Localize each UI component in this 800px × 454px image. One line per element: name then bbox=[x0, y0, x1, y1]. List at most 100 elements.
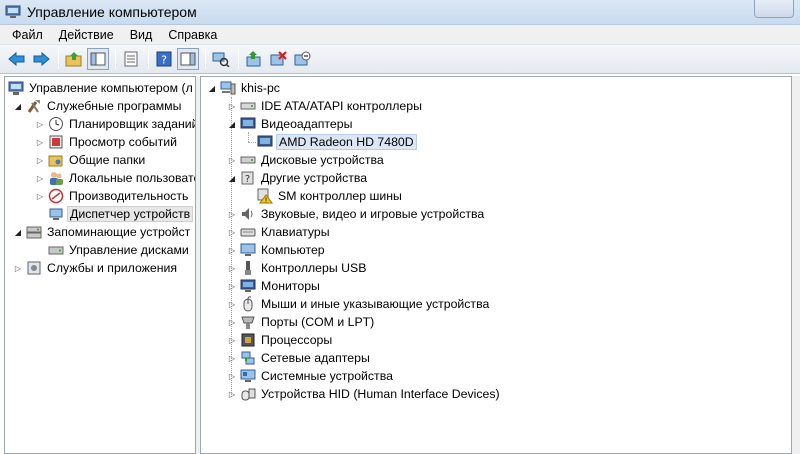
tree-item-storage[interactable]: ◢ Запоминающие устройст bbox=[13, 223, 192, 241]
tree-root[interactable]: Управление компьютером (л bbox=[8, 79, 195, 97]
title-bar: Управление компьютером bbox=[0, 0, 800, 25]
scan-hardware-icon[interactable] bbox=[210, 48, 232, 70]
collapsed-arrow-icon[interactable]: ▷ bbox=[227, 331, 237, 349]
tree-item-label: Запоминающие устройст bbox=[47, 225, 191, 239]
device-category[interactable]: ▷ Мониторы bbox=[227, 277, 322, 295]
uninstall-icon[interactable] bbox=[267, 48, 289, 70]
collapsed-arrow-icon[interactable]: ▷ bbox=[227, 313, 237, 331]
collapsed-arrow-icon[interactable]: ▷ bbox=[227, 205, 237, 223]
device-manager-icon bbox=[48, 206, 64, 222]
action-pane-edge bbox=[791, 76, 800, 454]
console-tree-pane[interactable]: Управление компьютером (л ◢ Служебные пр… bbox=[4, 76, 196, 454]
tree-root-label: Управление компьютером (л bbox=[29, 81, 193, 95]
disk-drive-icon bbox=[240, 152, 256, 168]
collapsed-arrow-icon[interactable]: ▷ bbox=[227, 367, 237, 385]
collapsed-arrow-icon[interactable]: ▷ bbox=[35, 151, 45, 169]
mouse-icon bbox=[240, 296, 256, 312]
device-category[interactable]: ▷ Процессоры bbox=[227, 331, 334, 349]
device-category[interactable]: ◢ ? Другие устройства bbox=[227, 169, 369, 187]
up-folder-icon[interactable] bbox=[63, 48, 85, 70]
device-item-label: AMD Radeon HD 7480D bbox=[276, 134, 417, 150]
device-category[interactable]: ▷ Звуковые, видео и игровые устройства bbox=[227, 205, 486, 223]
collapsed-arrow-icon[interactable]: ▷ bbox=[227, 295, 237, 313]
device-category-label: Мыши и иные указывающие устройства bbox=[261, 297, 490, 311]
device-category[interactable]: ▷ Дисковые устройства bbox=[227, 151, 386, 169]
storage-icon bbox=[26, 224, 42, 240]
tree-item-label: Локальные пользовате bbox=[69, 171, 196, 185]
svg-text:?: ? bbox=[245, 174, 250, 185]
expanded-arrow-icon[interactable]: ◢ bbox=[227, 115, 237, 133]
collapsed-arrow-icon[interactable]: ▷ bbox=[227, 151, 237, 169]
tree-item-local-users[interactable]: ▷ Локальные пользовате bbox=[35, 169, 196, 187]
update-driver-icon[interactable] bbox=[243, 48, 265, 70]
menu-action[interactable]: Действие bbox=[51, 28, 122, 42]
speaker-icon bbox=[240, 206, 256, 222]
collapsed-arrow-icon[interactable]: ▷ bbox=[35, 115, 45, 133]
forward-arrow-icon[interactable] bbox=[30, 48, 52, 70]
expanded-arrow-icon[interactable]: ◢ bbox=[13, 97, 23, 115]
device-item-video[interactable]: AMD Radeon HD 7480D bbox=[257, 133, 417, 151]
device-category[interactable]: ▷ Сетевые адаптеры bbox=[227, 349, 372, 367]
tree-item-device-manager[interactable]: Диспетчер устройств bbox=[48, 205, 194, 223]
tree-item-computer[interactable]: ◢ khis-pc bbox=[207, 79, 282, 97]
monitor-icon bbox=[240, 278, 256, 294]
collapsed-arrow-icon[interactable]: ▷ bbox=[227, 349, 237, 367]
collapsed-arrow-icon[interactable]: ▷ bbox=[227, 97, 237, 115]
help-icon[interactable]: ? bbox=[153, 48, 175, 70]
device-category[interactable]: ▷ Устройства HID (Human Interface Device… bbox=[227, 385, 502, 403]
collapsed-arrow-icon[interactable]: ▷ bbox=[227, 259, 237, 277]
device-item-other[interactable]: ! SM контроллер шины bbox=[257, 187, 404, 205]
toolbar-separator bbox=[205, 49, 206, 69]
device-category[interactable]: ▷ Контроллеры USB bbox=[227, 259, 368, 277]
console-tree-icon[interactable] bbox=[87, 48, 109, 70]
tree-item-label: Планировщик заданий bbox=[69, 117, 196, 131]
tree-item-label: Производительность bbox=[69, 189, 189, 203]
disable-icon[interactable] bbox=[291, 48, 313, 70]
tree-item-label: Службы и приложения bbox=[47, 261, 178, 275]
device-category-label: Видеоадаптеры bbox=[261, 117, 353, 131]
menu-bar: Файл Действие Вид Справка bbox=[0, 25, 800, 44]
tree-item-label: Служебные программы bbox=[47, 99, 182, 113]
show-hide-icon[interactable] bbox=[177, 48, 199, 70]
device-tree-pane[interactable]: ◢ khis-pc ▷ IDE ATA/ATAPI контроллеры ◢ … bbox=[200, 76, 791, 454]
expanded-arrow-icon[interactable]: ◢ bbox=[207, 79, 217, 97]
menu-view[interactable]: Вид bbox=[122, 28, 161, 42]
properties-icon[interactable] bbox=[120, 48, 142, 70]
menu-help[interactable]: Справка bbox=[160, 28, 225, 42]
device-category[interactable]: ◢ Видеоадаптеры bbox=[227, 115, 354, 133]
expanded-arrow-icon[interactable]: ◢ bbox=[13, 223, 23, 241]
collapsed-arrow-icon[interactable]: ▷ bbox=[13, 259, 23, 277]
toolbar-separator bbox=[115, 49, 116, 69]
menu-file[interactable]: Файл bbox=[0, 28, 51, 42]
collapsed-arrow-icon[interactable]: ▷ bbox=[227, 241, 237, 259]
collapsed-arrow-icon[interactable]: ▷ bbox=[227, 277, 237, 295]
tree-item-event-viewer[interactable]: ▷ Просмотр событий bbox=[35, 133, 179, 151]
device-category[interactable]: ▷ Мыши и иные указывающие устройства bbox=[227, 295, 491, 313]
computer-icon bbox=[240, 242, 256, 258]
window-title: Управление компьютером bbox=[27, 4, 197, 20]
computer-name: khis-pc bbox=[241, 81, 280, 95]
tree-item-task-scheduler[interactable]: ▷ Планировщик заданий bbox=[35, 115, 196, 133]
back-arrow-icon[interactable] bbox=[6, 48, 28, 70]
device-category[interactable]: ▷ IDE ATA/ATAPI контроллеры bbox=[227, 97, 424, 115]
tree-item-services[interactable]: ▷ Службы и приложения bbox=[13, 259, 179, 277]
toolbar-separator bbox=[58, 49, 59, 69]
window-controls[interactable] bbox=[754, 0, 794, 18]
device-category[interactable]: ▷ Порты (COM и LPT) bbox=[227, 313, 376, 331]
tree-item-shared-folders[interactable]: ▷ Общие папки bbox=[35, 151, 147, 169]
device-category[interactable]: ▷ Системные устройства bbox=[227, 367, 395, 385]
tree-item-disk-management[interactable]: Управление дисками bbox=[48, 241, 191, 259]
tree-item-system-tools[interactable]: ◢ Служебные программы bbox=[13, 97, 183, 115]
collapsed-arrow-icon[interactable]: ▷ bbox=[35, 169, 45, 187]
tree-item-performance[interactable]: ▷ Производительность bbox=[35, 187, 190, 205]
collapsed-arrow-icon[interactable]: ▷ bbox=[227, 385, 237, 403]
collapsed-arrow-icon[interactable]: ▷ bbox=[227, 223, 237, 241]
keyboard-icon bbox=[240, 224, 256, 240]
collapsed-arrow-icon[interactable]: ▷ bbox=[35, 187, 45, 205]
toolbar-separator bbox=[238, 49, 239, 69]
device-category[interactable]: ▷ Компьютер bbox=[227, 241, 327, 259]
device-category[interactable]: ▷ Клавиатуры bbox=[227, 223, 332, 241]
expanded-arrow-icon[interactable]: ◢ bbox=[227, 169, 237, 187]
users-icon bbox=[48, 170, 64, 186]
collapsed-arrow-icon[interactable]: ▷ bbox=[35, 133, 45, 151]
